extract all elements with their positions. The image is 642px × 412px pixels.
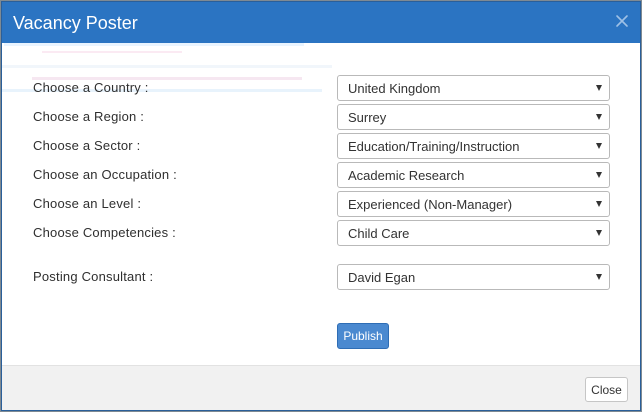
sector-select[interactable]: Education/Training/Instruction <box>337 133 610 159</box>
chevron-down-icon <box>596 201 602 207</box>
country-select[interactable]: United Kingdom <box>337 75 610 101</box>
consultant-select[interactable]: David Egan <box>337 264 610 290</box>
sector-label: Choose a Sector : <box>33 138 141 153</box>
chevron-down-icon <box>596 172 602 178</box>
region-select[interactable]: Surrey <box>337 104 610 130</box>
level-select[interactable]: Experienced (Non-Manager) <box>337 191 610 217</box>
publish-button[interactable]: Publish <box>337 323 389 349</box>
modal-header: Vacancy Poster <box>2 2 640 43</box>
consultant-row: Posting Consultant : David Egan <box>2 264 640 290</box>
sector-row: Choose a Sector : Education/Training/Ins… <box>2 133 640 159</box>
competencies-select[interactable]: Child Care <box>337 220 610 246</box>
modal-title: Vacancy Poster <box>13 13 138 33</box>
competencies-row: Choose Competencies : Child Care <box>2 220 640 246</box>
consultant-label: Posting Consultant : <box>33 269 154 284</box>
modal-footer: Close <box>2 365 640 410</box>
occupation-label: Choose an Occupation : <box>33 167 177 182</box>
chevron-down-icon <box>596 274 602 280</box>
sector-value: Education/Training/Instruction <box>348 139 520 154</box>
region-label: Choose a Region : <box>33 109 145 124</box>
level-label: Choose an Level : <box>33 196 142 211</box>
chevron-down-icon <box>596 230 602 236</box>
chevron-down-icon <box>596 85 602 91</box>
occupation-value: Academic Research <box>348 168 465 183</box>
close-button[interactable]: Close <box>585 377 628 402</box>
country-row: Choose a Country : United Kingdom <box>2 75 640 101</box>
competencies-value: Child Care <box>348 226 410 241</box>
vacancy-poster-modal: Vacancy Poster Choose a Country : United… <box>1 1 641 411</box>
competencies-label: Choose Competencies : <box>33 225 176 240</box>
region-row: Choose a Region : Surrey <box>2 104 640 130</box>
consultant-value: David Egan <box>348 270 416 285</box>
chevron-down-icon <box>596 143 602 149</box>
level-value: Experienced (Non-Manager) <box>348 197 513 212</box>
chevron-down-icon <box>596 114 602 120</box>
country-value: United Kingdom <box>348 81 441 96</box>
occupation-select[interactable]: Academic Research <box>337 162 610 188</box>
level-row: Choose an Level : Experienced (Non-Manag… <box>2 191 640 217</box>
country-label: Choose a Country : <box>33 80 149 95</box>
close-icon[interactable] <box>614 13 630 29</box>
region-value: Surrey <box>348 110 387 125</box>
occupation-row: Choose an Occupation : Academic Research <box>2 162 640 188</box>
